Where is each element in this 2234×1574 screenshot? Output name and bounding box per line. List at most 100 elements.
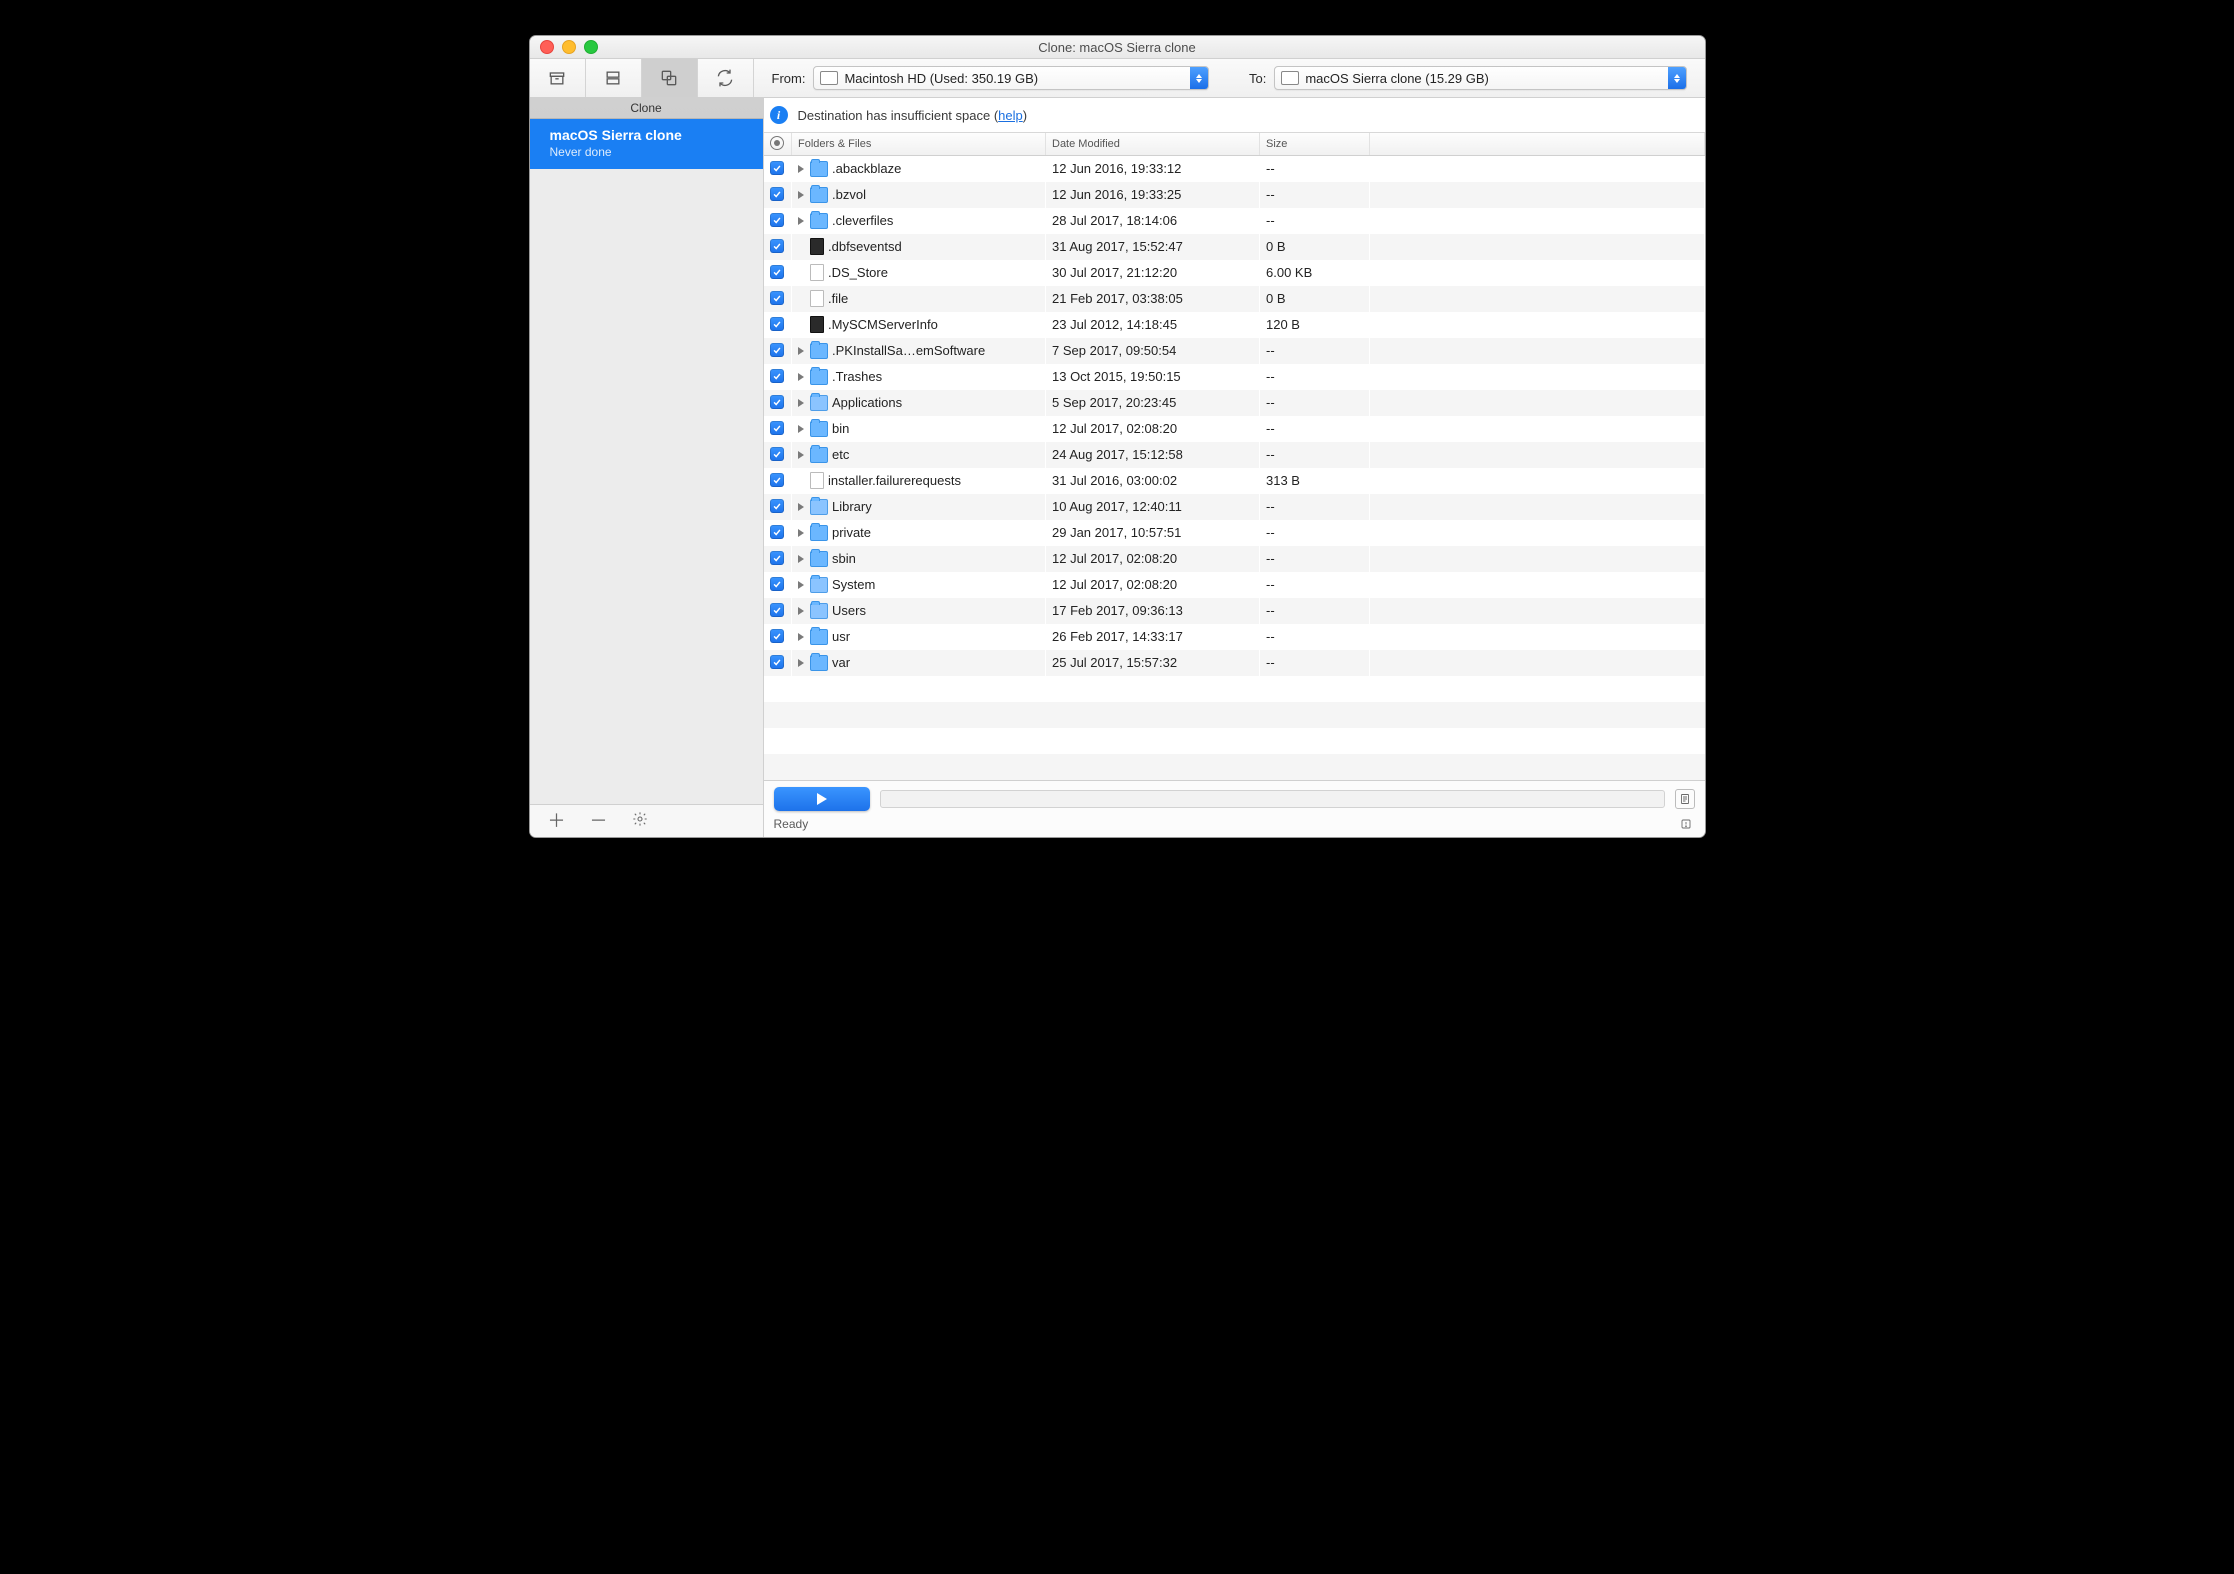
row-checkbox[interactable] xyxy=(770,655,784,669)
table-row[interactable]: .MySCMServerInfo23 Jul 2012, 14:18:45120… xyxy=(764,312,1705,338)
disclosure-triangle-icon[interactable] xyxy=(798,373,804,381)
column-header-blank xyxy=(1370,133,1705,156)
file-size: -- xyxy=(1260,546,1370,572)
column-header-name[interactable]: Folders & Files xyxy=(792,133,1046,156)
table-row[interactable]: Users17 Feb 2017, 09:36:13-- xyxy=(764,598,1705,624)
file-date: 23 Jul 2012, 14:18:45 xyxy=(1046,312,1260,338)
run-button[interactable] xyxy=(774,787,870,811)
table-row[interactable]: .DS_Store30 Jul 2017, 21:12:206.00 KB xyxy=(764,260,1705,286)
alert-button[interactable] xyxy=(1677,815,1695,833)
folder-icon xyxy=(810,395,828,411)
table-row[interactable]: var25 Jul 2017, 15:57:32-- xyxy=(764,650,1705,676)
row-checkbox[interactable] xyxy=(770,525,784,539)
file-date: 13 Oct 2015, 19:50:15 xyxy=(1046,364,1260,390)
close-window-button[interactable] xyxy=(540,40,554,54)
table-row[interactable]: sbin12 Jul 2017, 02:08:20-- xyxy=(764,546,1705,572)
toolbar-tab-tasks[interactable] xyxy=(586,59,642,97)
row-checkbox[interactable] xyxy=(770,265,784,279)
table-row[interactable]: .file21 Feb 2017, 03:38:050 B xyxy=(764,286,1705,312)
disclosure-triangle-icon[interactable] xyxy=(798,607,804,615)
settings-button[interactable] xyxy=(632,811,648,830)
table-row[interactable]: .PKInstallSa…emSoftware7 Sep 2017, 09:50… xyxy=(764,338,1705,364)
log-button[interactable] xyxy=(1675,789,1695,809)
disclosure-triangle-icon[interactable] xyxy=(798,659,804,667)
disclosure-triangle-icon[interactable] xyxy=(798,555,804,563)
disclosure-triangle-icon[interactable] xyxy=(798,503,804,511)
table-row[interactable]: Applications5 Sep 2017, 20:23:45-- xyxy=(764,390,1705,416)
disclosure-triangle-icon[interactable] xyxy=(798,451,804,459)
disclosure-triangle-icon[interactable] xyxy=(798,191,804,199)
row-checkbox[interactable] xyxy=(770,213,784,227)
disclosure-triangle-icon[interactable] xyxy=(798,347,804,355)
file-name: usr xyxy=(832,629,850,644)
source-disk-picker[interactable]: Macintosh HD (Used: 350.19 GB) xyxy=(813,66,1209,90)
file-name: Users xyxy=(832,603,866,618)
row-checkbox[interactable] xyxy=(770,291,784,305)
row-checkbox[interactable] xyxy=(770,447,784,461)
folder-icon xyxy=(810,655,828,671)
row-checkbox[interactable] xyxy=(770,317,784,331)
row-checkbox[interactable] xyxy=(770,395,784,409)
toolbar-tab-archive[interactable] xyxy=(530,59,586,97)
sidebar-task-name: macOS Sierra clone xyxy=(550,127,743,143)
disclosure-triangle-icon[interactable] xyxy=(798,529,804,537)
file-size: -- xyxy=(1260,572,1370,598)
minimize-window-button[interactable] xyxy=(562,40,576,54)
file-date: 31 Jul 2016, 03:00:02 xyxy=(1046,468,1260,494)
disclosure-triangle-icon[interactable] xyxy=(798,581,804,589)
disclosure-triangle-icon[interactable] xyxy=(798,399,804,407)
row-checkbox[interactable] xyxy=(770,603,784,617)
folder-icon xyxy=(810,369,828,385)
table-row[interactable]: .cleverfiles28 Jul 2017, 18:14:06-- xyxy=(764,208,1705,234)
folder-icon xyxy=(810,499,828,515)
toolbar-tab-sync[interactable] xyxy=(698,59,754,97)
row-checkbox[interactable] xyxy=(770,629,784,643)
row-checkbox[interactable] xyxy=(770,343,784,357)
table-row[interactable]: Library10 Aug 2017, 12:40:11-- xyxy=(764,494,1705,520)
row-checkbox[interactable] xyxy=(770,551,784,565)
disclosure-triangle-icon[interactable] xyxy=(798,425,804,433)
table-row[interactable]: .Trashes13 Oct 2015, 19:50:15-- xyxy=(764,364,1705,390)
file-date: 12 Jul 2017, 02:08:20 xyxy=(1046,546,1260,572)
file-date: 31 Aug 2017, 15:52:47 xyxy=(1046,234,1260,260)
table-row[interactable]: private29 Jan 2017, 10:57:51-- xyxy=(764,520,1705,546)
column-header-size[interactable]: Size xyxy=(1260,133,1370,156)
row-checkbox[interactable] xyxy=(770,499,784,513)
table-row[interactable]: usr26 Feb 2017, 14:33:17-- xyxy=(764,624,1705,650)
file-name: var xyxy=(832,655,850,670)
table-row[interactable]: etc24 Aug 2017, 15:12:58-- xyxy=(764,442,1705,468)
table-row[interactable]: bin12 Jul 2017, 02:08:20-- xyxy=(764,416,1705,442)
table-row[interactable]: System12 Jul 2017, 02:08:20-- xyxy=(764,572,1705,598)
help-link[interactable]: help xyxy=(998,108,1023,123)
row-checkbox[interactable] xyxy=(770,369,784,383)
file-date: 12 Jun 2016, 19:33:12 xyxy=(1046,156,1260,182)
remove-task-button[interactable]: － xyxy=(590,812,608,830)
destination-disk-picker[interactable]: macOS Sierra clone (15.29 GB) xyxy=(1274,66,1686,90)
file-name: .Trashes xyxy=(832,369,882,384)
folder-icon xyxy=(810,603,828,619)
disclosure-triangle-icon[interactable] xyxy=(798,217,804,225)
sidebar-task-item[interactable]: macOS Sierra clone Never done xyxy=(530,119,763,169)
disclosure-triangle-icon[interactable] xyxy=(798,165,804,173)
row-checkbox[interactable] xyxy=(770,421,784,435)
table-row[interactable]: installer.failurerequests31 Jul 2016, 03… xyxy=(764,468,1705,494)
row-checkbox[interactable] xyxy=(770,239,784,253)
table-row[interactable]: .abackblaze12 Jun 2016, 19:33:12-- xyxy=(764,156,1705,182)
file-size: -- xyxy=(1260,598,1370,624)
disclosure-triangle-icon[interactable] xyxy=(798,633,804,641)
toolbar-tab-clone[interactable] xyxy=(642,59,698,97)
file-date: 12 Jul 2017, 02:08:20 xyxy=(1046,416,1260,442)
file-date: 30 Jul 2017, 21:12:20 xyxy=(1046,260,1260,286)
row-checkbox[interactable] xyxy=(770,187,784,201)
row-checkbox[interactable] xyxy=(770,473,784,487)
column-select-all[interactable] xyxy=(764,133,792,156)
add-task-button[interactable]: ＋ xyxy=(548,812,566,830)
row-checkbox[interactable] xyxy=(770,577,784,591)
table-row[interactable]: .bzvol12 Jun 2016, 19:33:25-- xyxy=(764,182,1705,208)
folder-icon xyxy=(810,577,828,593)
zoom-window-button[interactable] xyxy=(584,40,598,54)
row-checkbox[interactable] xyxy=(770,161,784,175)
warning-text: Destination has insufficient space (help… xyxy=(798,108,1028,123)
column-header-date[interactable]: Date Modified xyxy=(1046,133,1260,156)
table-row[interactable]: .dbfseventsd31 Aug 2017, 15:52:470 B xyxy=(764,234,1705,260)
